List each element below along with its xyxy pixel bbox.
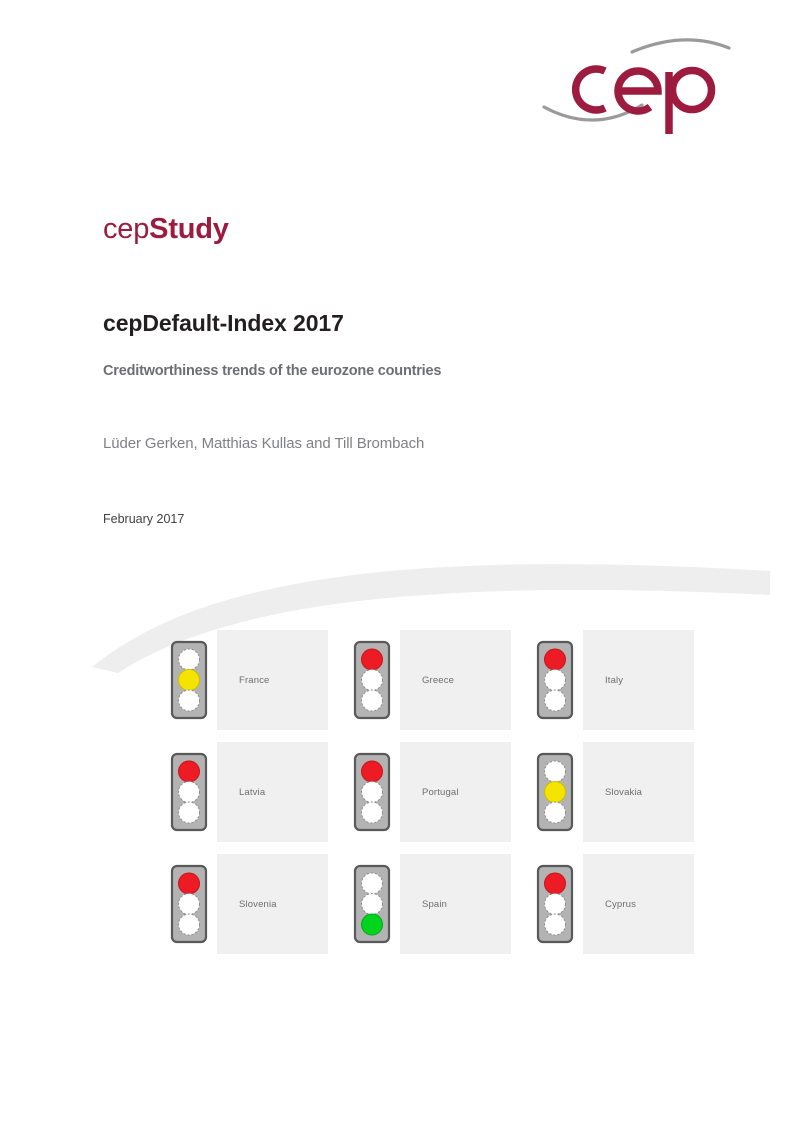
country-cell[interactable]: Greece (353, 630, 536, 730)
country-cell[interactable]: Latvia (170, 742, 353, 842)
traffic-light-icon (170, 752, 208, 832)
traffic-light-icon (353, 752, 391, 832)
series-title: cepStudy (103, 213, 723, 246)
traffic-light-grid: France Greece Italy Latvia Portugal Slov… (170, 630, 719, 954)
traffic-light-icon (353, 640, 391, 720)
document-page: cepStudy cepDefault-Index 2017 Creditwor… (0, 0, 800, 1133)
country-label-box: Cyprus (583, 854, 694, 954)
page-subtitle: Creditworthiness trends of the eurozone … (103, 362, 442, 379)
country-label-box: Greece (400, 630, 511, 730)
title-block: cepStudy cepDefault-Index 2017 Creditwor… (103, 213, 723, 526)
country-cell[interactable]: Cyprus (536, 854, 719, 954)
country-name: Cyprus (605, 898, 636, 910)
country-label-box: Latvia (217, 742, 328, 842)
traffic-light-icon (170, 640, 208, 720)
country-name: Portugal (422, 786, 459, 798)
page-title: cepDefault-Index 2017 (103, 309, 344, 336)
country-name: France (239, 674, 270, 686)
country-name: Spain (422, 898, 448, 910)
country-name: Greece (422, 674, 455, 686)
country-label-box: Slovenia (217, 854, 328, 954)
country-cell[interactable]: Spain (353, 854, 536, 954)
series-title-light: cep (103, 213, 150, 245)
country-name: Latvia (239, 786, 266, 798)
country-cell[interactable]: France (170, 630, 353, 730)
authors-line: Lüder Gerken, Matthias Kullas and Till B… (103, 434, 425, 452)
cep-logo (536, 22, 736, 142)
country-label-box: Portugal (400, 742, 511, 842)
publication-date: February 2017 (103, 511, 185, 526)
country-name: Slovenia (239, 898, 277, 910)
traffic-light-icon (536, 864, 574, 944)
series-title-bold: Study (149, 213, 229, 245)
traffic-light-icon (536, 640, 574, 720)
country-name: Italy (605, 674, 624, 686)
traffic-light-icon (170, 864, 208, 944)
country-cell[interactable]: Slovakia (536, 742, 719, 842)
country-cell[interactable]: Portugal (353, 742, 536, 842)
traffic-light-icon (353, 864, 391, 944)
country-label-box: France (217, 630, 328, 730)
country-cell[interactable]: Slovenia (170, 854, 353, 954)
country-name: Slovakia (605, 786, 643, 798)
country-label-box: Italy (583, 630, 694, 730)
traffic-light-icon (536, 752, 574, 832)
country-label-box: Spain (400, 854, 511, 954)
country-label-box: Slovakia (583, 742, 694, 842)
country-cell[interactable]: Italy (536, 630, 719, 730)
